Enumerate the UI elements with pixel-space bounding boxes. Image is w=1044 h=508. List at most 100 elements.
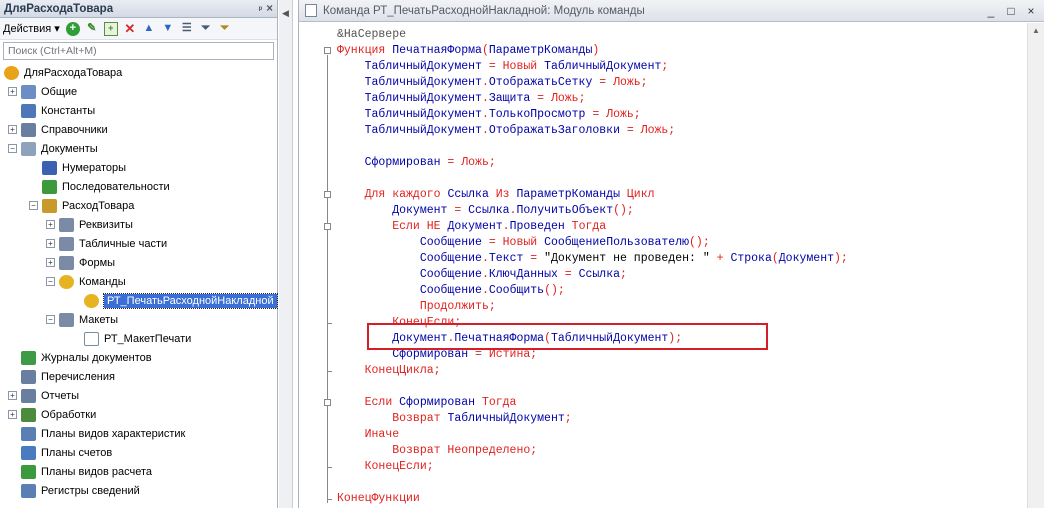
tree-item[interactable]: РТ_МакетПечати [84, 329, 191, 348]
tree-item[interactable]: − РасходТовара [29, 196, 134, 215]
delete-icon[interactable]: ✕ [123, 22, 137, 36]
journals-icon [21, 350, 36, 365]
expand-icon[interactable]: + [46, 258, 55, 267]
tree-item-label: РТ_МакетПечати [104, 332, 192, 345]
code-token: Документ [447, 220, 503, 233]
enums-icon [21, 369, 36, 384]
constants-icon [21, 103, 36, 118]
panel-splitter[interactable]: ◀ [279, 0, 293, 508]
tree-item[interactable]: + Справочники [8, 120, 108, 139]
tree-item[interactable]: + Обработки [8, 405, 96, 424]
tree-item[interactable]: Нумераторы [42, 158, 126, 177]
close-button[interactable]: × [1022, 4, 1040, 18]
collapse-icon[interactable]: − [29, 201, 38, 210]
tree-item[interactable]: Константы [8, 101, 95, 120]
search-input[interactable] [8, 45, 269, 57]
code-token: ( [481, 44, 489, 57]
edit-icon[interactable]: ✎ [85, 22, 99, 36]
collapse-arrow-icon[interactable]: ◀ [282, 8, 289, 19]
move-down-icon[interactable]: ▼ [161, 22, 175, 36]
tree-item[interactable]: + Отчеты [8, 386, 79, 405]
panel-title-bar: ДляРасходаТовара ᵖ × [0, 0, 277, 18]
expand-icon[interactable]: + [8, 125, 17, 134]
code-token: Документ [392, 204, 448, 217]
code-token: Сформирован [364, 156, 441, 169]
scroll-up-icon[interactable]: ▲ [1028, 23, 1044, 39]
fold-toggle-icon[interactable] [324, 223, 331, 230]
vertical-scrollbar[interactable]: ▲ [1027, 23, 1044, 508]
forms-icon [59, 255, 74, 270]
collapse-icon[interactable]: − [8, 144, 17, 153]
copy-icon[interactable]: + [103, 21, 118, 36]
filter-icon[interactable]: ⏷ [199, 22, 213, 36]
tree-item[interactable]: Перечисления [8, 367, 115, 386]
module-editor-window: Команда РТ_ПечатьРасходнойНакладной: Мод… [298, 0, 1044, 508]
code-line: КонецЕсли; [337, 459, 434, 475]
collapse-icon[interactable]: − [46, 277, 55, 286]
tree-item-label: Справочники [41, 123, 108, 136]
tree-item[interactable]: Планы видов расчета [8, 462, 152, 481]
sequences-icon [42, 179, 57, 194]
collapse-icon[interactable]: − [46, 315, 55, 324]
tree-item[interactable]: + Табличные части [46, 234, 167, 253]
tree-item-label: Документы [41, 142, 98, 155]
tree-item-label: РТ_ПечатьРасходнойНакладной [103, 292, 278, 309]
search-field[interactable] [3, 42, 274, 60]
add-icon[interactable]: + [65, 21, 80, 36]
code-token: ОтображатьСетку [488, 76, 593, 89]
code-token: ТабличныйДокумент [364, 124, 482, 137]
fold-toggle-icon[interactable] [324, 191, 331, 198]
code-token: ПараметрКоманды [488, 44, 593, 57]
expand-icon[interactable]: + [46, 239, 55, 248]
code-token: = [557, 268, 579, 281]
tree-item[interactable]: Журналы документов [8, 348, 152, 367]
tree-item[interactable]: + Реквизиты [46, 215, 133, 234]
fold-toggle-icon[interactable] [324, 47, 331, 54]
tree-item[interactable]: − Команды [46, 272, 126, 291]
chart-of-characteristics-icon [21, 426, 36, 441]
code-token: ПолучитьОбъект [516, 204, 614, 217]
code-token: Строка [730, 252, 772, 265]
minimize-button[interactable]: _ [982, 4, 1000, 18]
maximize-button[interactable]: □ [1002, 4, 1020, 18]
code-line: Сообщение.Сообщить(); [337, 283, 565, 299]
tree-item[interactable]: РТ_ПечатьРасходнойНакладной [84, 291, 278, 310]
expand-icon[interactable]: + [8, 410, 17, 419]
tree-item-label: РасходТовара [62, 199, 135, 212]
code-token: . [481, 92, 489, 105]
tree-item[interactable]: − Документы [8, 139, 98, 158]
code-token: Ссылка [447, 188, 489, 201]
code-token: ПараметрКоманды [516, 188, 620, 201]
code-line: Сформирован = Ложь; [337, 155, 496, 171]
expand-icon[interactable]: + [8, 391, 17, 400]
code-token: = Ложь; [440, 156, 496, 169]
tree-item[interactable]: ДляРасходаТовара [4, 63, 122, 82]
tree-item[interactable]: + Общие [8, 82, 77, 101]
code-line: ТабличныйДокумент.Защита = Ложь; [337, 91, 586, 107]
tree-item[interactable]: − Макеты [46, 310, 118, 329]
fold-toggle-icon[interactable] [324, 399, 331, 406]
code-token: ТабличныйДокумент [544, 60, 662, 73]
module-icon [305, 4, 317, 17]
expand-icon[interactable]: + [46, 220, 55, 229]
chart-of-calculation-icon [21, 464, 36, 479]
clear-filter-icon[interactable]: ⏷ [218, 22, 232, 36]
tree-item[interactable]: Планы видов характеристик [8, 424, 185, 443]
close-icon[interactable]: × [266, 3, 277, 15]
tree-item[interactable]: + Формы [46, 253, 115, 272]
move-up-icon[interactable]: ▲ [142, 22, 156, 36]
pin-icon[interactable]: ᵖ [259, 4, 267, 14]
tree-item[interactable]: Последовательности [42, 177, 170, 196]
code-token: Если [364, 396, 400, 409]
list-icon[interactable]: ☰ [180, 22, 194, 36]
code-token: Сообщить [488, 284, 545, 297]
tree-item[interactable]: Регистры сведений [8, 481, 140, 500]
actions-menu[interactable]: Действия ▾ [3, 22, 66, 35]
tree-item[interactable]: Планы счетов [8, 443, 112, 462]
expand-icon[interactable]: + [8, 87, 17, 96]
common-icon [21, 84, 36, 99]
